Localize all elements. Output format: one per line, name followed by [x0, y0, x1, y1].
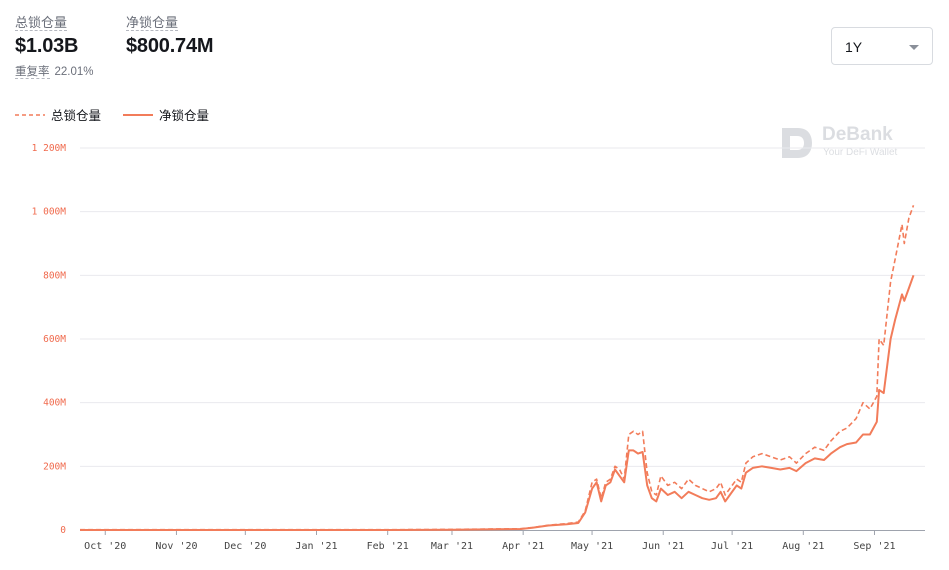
x-tick-label: Jul '21 — [711, 541, 753, 552]
series-line-tvl — [80, 205, 915, 531]
x-tick-label: Dec '20 — [224, 541, 266, 552]
x-tick-label: Nov '20 — [155, 541, 197, 552]
chart-series — [80, 205, 915, 531]
x-tick-label: Mar '21 — [431, 541, 473, 552]
chart-grid — [80, 147, 925, 467]
y-tick-label: 800M — [43, 270, 66, 281]
x-tick-label: Jun '21 — [642, 541, 684, 552]
y-tick-label: 400M — [43, 398, 66, 409]
y-tick-label: 200M — [43, 461, 66, 472]
tvl-line-chart: 0 200M 400M 600M 800M 1 000M 1 200M Oct '20 Nov… — [32, 143, 925, 552]
x-tick-label: Feb '21 — [367, 541, 409, 552]
x-tick-label: Sep '21 — [853, 541, 895, 552]
y-tick-label: 600M — [43, 334, 66, 345]
x-tick-label: May '21 — [571, 541, 613, 552]
x-tick-label: Apr '21 — [502, 541, 544, 552]
y-tick-label: 0 — [60, 525, 66, 536]
x-tick-label: Oct '20 — [84, 541, 126, 552]
y-axis-ticks: 0 200M 400M 600M 800M 1 000M 1 200M — [32, 143, 67, 536]
y-tick-label: 1 200M — [32, 143, 67, 154]
x-tick-label: Aug '21 — [782, 541, 824, 552]
y-tick-label: 1 000M — [32, 207, 67, 218]
x-axis: Oct '20 Nov '20 Dec '20 Jan '21 Feb '21 Mar '… — [80, 530, 925, 552]
x-tick-label: Jan '21 — [295, 541, 337, 552]
